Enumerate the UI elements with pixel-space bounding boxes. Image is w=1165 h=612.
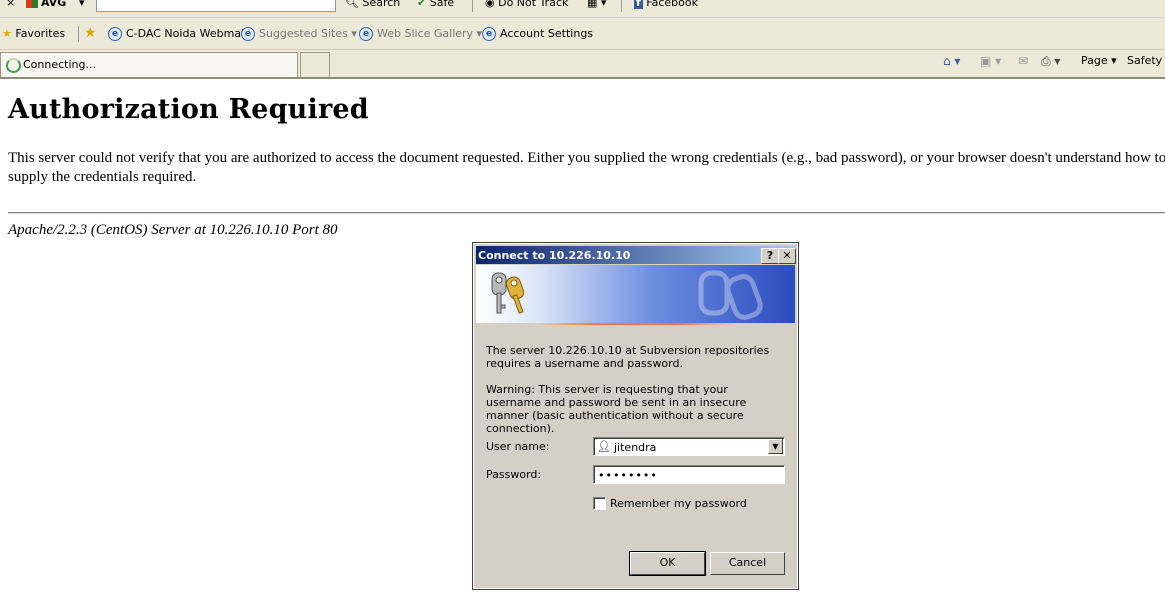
check-icon: ✔ <box>417 0 427 9</box>
banner-accent-stripe <box>536 323 736 325</box>
add-favorite-icon[interactable]: ★ <box>84 25 97 41</box>
avg-brand-text: AVG <box>41 0 67 9</box>
server-signature: Apache/2.2.3 (CentOS) Server at 10.226.1… <box>8 222 338 238</box>
facebook-button[interactable]: f Facebook <box>634 0 698 9</box>
password-label: Password: <box>486 468 542 481</box>
fav-item-label: Web Slice Gallery ▾ <box>377 27 483 40</box>
fav-item-label: Account Settings <box>500 27 594 40</box>
facebook-icon: f <box>634 0 643 9</box>
dialog-intro-text: The server 10.226.10.10 at Subversion re… <box>486 344 770 370</box>
ie-page-icon: e <box>482 27 496 41</box>
toolbar-separator <box>621 0 622 12</box>
login-dialog: Connect to 10.226.10.10 ? ✕ The server 1… <box>472 242 799 590</box>
tab-connecting[interactable]: Connecting... <box>0 52 298 77</box>
username-combobox[interactable]: 👤︎ jitendra ▼ <box>593 437 785 456</box>
feeds-icon[interactable]: ▣ ▾ <box>980 54 1001 68</box>
divider <box>8 212 1165 214</box>
remember-password-label[interactable]: Remember my password <box>610 497 747 510</box>
username-label: User name: <box>486 440 550 453</box>
new-tab-button[interactable] <box>300 52 330 77</box>
favorites-bar: ★ Favorites ★ e C-DAC Noida Webmail e Sugg… <box>0 18 1165 50</box>
keys-icon <box>491 272 525 314</box>
eye-icon: ◉ <box>485 0 495 9</box>
fav-item-label: Suggested Sites ▾ <box>259 27 357 40</box>
avg-logo-icon <box>26 0 38 8</box>
home-icon[interactable]: ⌂ ▾ <box>943 54 960 68</box>
chevron-down-icon[interactable]: ▼ <box>768 439 783 454</box>
ie-page-icon: e <box>108 27 122 41</box>
ok-button[interactable]: OK <box>629 551 706 576</box>
avg-toolbar: × AVG ▾ 🔍︎ Search ✔ Safe ◉ Do Not Track … <box>0 0 1165 18</box>
username-value: jitendra <box>614 441 657 454</box>
star-icon: ★ <box>2 27 12 40</box>
close-button[interactable]: ✕ <box>778 248 796 264</box>
favorites-button[interactable]: ★ Favorites <box>2 27 65 40</box>
avg-safe-button[interactable]: ✔ Safe <box>417 0 454 9</box>
password-field[interactable]: •••••••• <box>593 465 785 484</box>
keys-watermark-icon <box>698 270 763 320</box>
dialog-title: Connect to 10.226.10.10 <box>478 249 631 262</box>
page-heading: Authorization Required <box>8 94 369 125</box>
user-icon: 👤︎ <box>597 440 611 453</box>
dialog-title-bar[interactable]: Connect to 10.226.10.10 ? ✕ <box>476 246 796 264</box>
avg-search-button[interactable]: 🔍︎ Search <box>345 0 400 9</box>
help-button[interactable]: ? <box>761 248 779 264</box>
avg-logo[interactable]: AVG <box>26 0 66 9</box>
fav-item-account-settings[interactable]: e Account Settings <box>482 27 593 41</box>
fav-item-label: C-DAC Noida Webmail <box>126 27 248 40</box>
close-toolbar-icon[interactable]: × <box>6 0 15 9</box>
do-not-track-label: Do Not Track <box>498 0 569 9</box>
facebook-label: Facebook <box>646 0 698 9</box>
ie-page-icon: e <box>241 27 255 41</box>
favorites-label: Favorites <box>15 27 66 40</box>
fav-item-cdac-webmail[interactable]: e C-DAC Noida Webmail <box>108 27 247 41</box>
safety-menu[interactable]: Safety ▾ <box>1127 54 1165 67</box>
avg-search-input[interactable] <box>96 0 336 12</box>
search-icon: 🔍︎ <box>345 0 359 9</box>
read-mail-icon[interactable]: ✉ <box>1018 54 1028 68</box>
tab-label: Connecting... <box>23 58 96 71</box>
avg-safe-label: Safe <box>429 0 455 9</box>
favbar-separator <box>78 26 79 42</box>
page-menu[interactable]: Page ▾ <box>1081 54 1117 67</box>
toolbar-separator <box>472 0 473 12</box>
dialog-banner <box>476 265 795 325</box>
print-icon[interactable]: ⎙ ▾ <box>1041 54 1060 69</box>
avg-search-label: Search <box>362 0 401 9</box>
dialog-warning-text: Warning: This server is requesting that … <box>486 383 747 435</box>
ie-page-icon: e <box>359 27 373 41</box>
toolbar-extra-button[interactable]: ▦ ▾ <box>587 0 606 9</box>
fav-item-suggested-sites[interactable]: e Suggested Sites ▾ <box>241 27 357 41</box>
cancel-button[interactable]: Cancel <box>710 552 785 575</box>
loading-spinner-icon <box>6 58 21 73</box>
avg-menu-dropdown-icon[interactable]: ▾ <box>79 0 85 9</box>
fav-item-web-slice-gallery[interactable]: e Web Slice Gallery ▾ <box>359 27 482 41</box>
error-message: This server could not verify that you ar… <box>8 150 1165 185</box>
remember-password-checkbox[interactable] <box>593 497 606 510</box>
do-not-track-button[interactable]: ◉ Do Not Track <box>485 0 568 9</box>
